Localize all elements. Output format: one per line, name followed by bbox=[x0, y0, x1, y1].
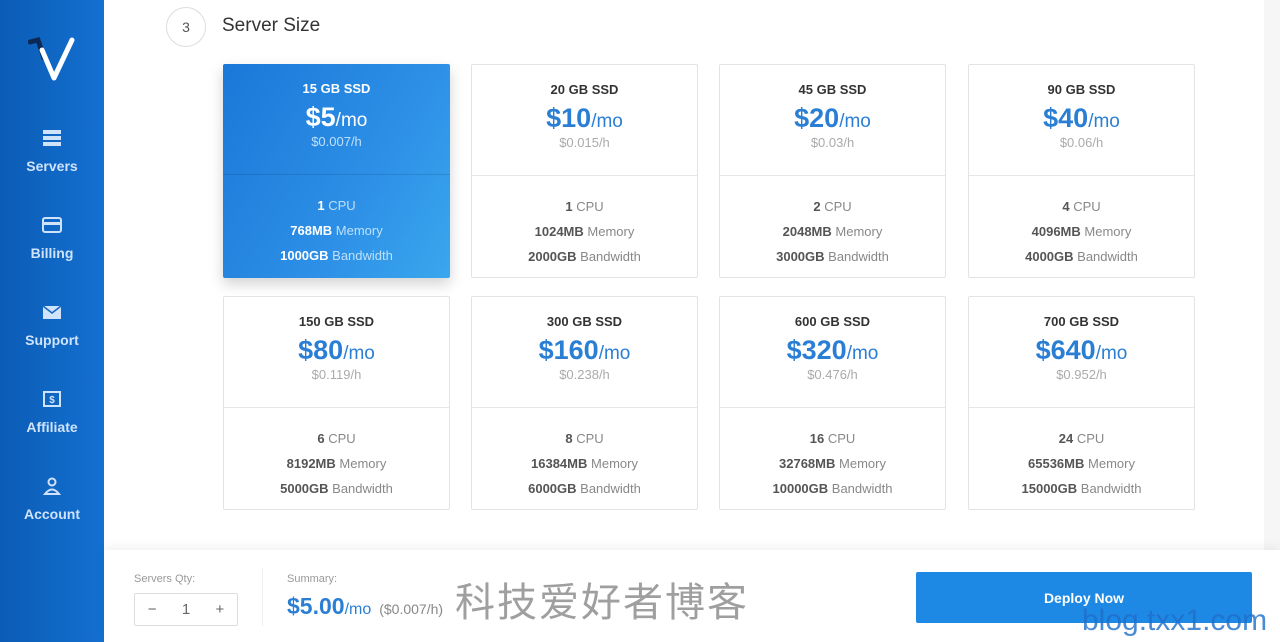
credit-card-icon bbox=[42, 217, 62, 233]
plan-hourly: $0.238/h bbox=[559, 367, 610, 382]
plan-hourly: $0.007/h bbox=[311, 134, 362, 149]
plan-memory: 1024MB Memory bbox=[534, 224, 635, 239]
total-hourly: ($0.007/h) bbox=[379, 601, 444, 617]
plan-hourly: $0.952/h bbox=[1056, 367, 1107, 382]
plan-storage: 15 GB SSD bbox=[302, 81, 371, 96]
plan-hourly: $0.06/h bbox=[1059, 135, 1104, 150]
plan-cpu: 24 CPU bbox=[1058, 431, 1105, 446]
plan-card[interactable]: 20 GB SSD $10/mo $0.015/h 1 CPU 1024MB M… bbox=[471, 64, 698, 278]
servers-qty-label: Servers Qty: bbox=[134, 573, 196, 585]
sidebar: Servers Billing Support $ Affiliate Account bbox=[0, 0, 104, 642]
increment-button[interactable]: + bbox=[216, 601, 225, 618]
envelope-icon bbox=[42, 305, 62, 319]
step-number: 3 bbox=[166, 7, 206, 47]
plan-hourly: $0.03/h bbox=[810, 135, 855, 150]
plan-card[interactable]: 90 GB SSD $40/mo $0.06/h 4 CPU 4096MB Me… bbox=[968, 64, 1195, 278]
plan-hourly: $0.119/h bbox=[311, 367, 362, 382]
servers-icon bbox=[43, 130, 61, 146]
plan-storage: 300 GB SSD bbox=[546, 314, 623, 329]
sidebar-item-label: Account bbox=[24, 506, 80, 522]
plan-bandwidth: 2000GB Bandwidth bbox=[528, 249, 641, 264]
plan-card[interactable]: 15 GB SSD $5/mo $0.007/h 1 CPU 768MB Mem… bbox=[223, 64, 450, 278]
sidebar-item-affiliate[interactable]: $ Affiliate bbox=[0, 389, 104, 435]
plan-memory: 4096MB Memory bbox=[1031, 224, 1132, 239]
plan-cpu: 1 CPU bbox=[317, 198, 356, 213]
sidebar-item-billing[interactable]: Billing bbox=[0, 215, 104, 261]
plan-bandwidth: 5000GB Bandwidth bbox=[280, 481, 393, 496]
summary-total: $5.00/mo ($0.007/h) bbox=[287, 593, 443, 620]
plan-hourly: $0.476/h bbox=[807, 367, 858, 382]
sidebar-item-label: Servers bbox=[26, 158, 78, 174]
plan-cpu: 2 CPU bbox=[813, 199, 852, 214]
plan-price: $80/mo bbox=[298, 335, 375, 365]
plan-memory: 8192MB Memory bbox=[286, 456, 387, 471]
plan-bandwidth: 3000GB Bandwidth bbox=[776, 249, 889, 264]
scrollbar[interactable] bbox=[1264, 0, 1280, 550]
plan-storage: 45 GB SSD bbox=[798, 82, 867, 97]
plan-card[interactable]: 300 GB SSD $160/mo $0.238/h 8 CPU 16384M… bbox=[471, 296, 698, 510]
plan-hourly: $0.015/h bbox=[559, 135, 610, 150]
plan-storage: 90 GB SSD bbox=[1047, 82, 1116, 97]
plan-storage: 600 GB SSD bbox=[794, 314, 871, 329]
sidebar-item-label: Billing bbox=[30, 245, 74, 261]
plan-price: $160/mo bbox=[538, 335, 631, 365]
plan-memory: 65536MB Memory bbox=[1028, 456, 1135, 471]
sidebar-item-account[interactable]: Account bbox=[0, 476, 104, 522]
sidebar-item-label: Affiliate bbox=[26, 419, 78, 435]
plan-bandwidth: 4000GB Bandwidth bbox=[1025, 249, 1138, 264]
plan-storage: 700 GB SSD bbox=[1043, 314, 1120, 329]
plan-bandwidth: 15000GB Bandwidth bbox=[1021, 481, 1142, 496]
decrement-button[interactable]: − bbox=[148, 601, 157, 618]
plan-price: $640/mo bbox=[1035, 335, 1128, 365]
svg-text:$: $ bbox=[49, 395, 55, 406]
dollar-icon: $ bbox=[43, 391, 61, 407]
plan-cpu: 6 CPU bbox=[317, 431, 356, 446]
plan-cpu: 1 CPU bbox=[565, 199, 604, 214]
total-price: $5.00 bbox=[287, 593, 345, 619]
plan-card[interactable]: 45 GB SSD $20/mo $0.03/h 2 CPU 2048MB Me… bbox=[719, 64, 946, 278]
plan-cpu: 8 CPU bbox=[565, 431, 604, 446]
quantity-stepper: − 1 + bbox=[134, 593, 238, 626]
plan-card[interactable]: 600 GB SSD $320/mo $0.476/h 16 CPU 32768… bbox=[719, 296, 946, 510]
deploy-now-button[interactable]: Deploy Now bbox=[916, 572, 1252, 623]
user-icon bbox=[42, 477, 62, 495]
plan-price: $320/mo bbox=[786, 335, 879, 365]
divider bbox=[262, 568, 263, 626]
plan-cpu: 16 CPU bbox=[809, 431, 856, 446]
plan-cpu: 4 CPU bbox=[1062, 199, 1101, 214]
deploy-bar: Servers Qty: − 1 + Summary: $5.00/mo ($0.… bbox=[104, 550, 1280, 642]
plan-card[interactable]: 150 GB SSD $80/mo $0.119/h 6 CPU 8192MB … bbox=[223, 296, 450, 510]
plan-price: $10/mo bbox=[546, 103, 623, 133]
sidebar-item-label: Support bbox=[25, 332, 79, 348]
plan-bandwidth: 6000GB Bandwidth bbox=[528, 481, 641, 496]
plan-bandwidth: 1000GB Bandwidth bbox=[280, 248, 393, 263]
vultr-logo[interactable] bbox=[28, 36, 78, 82]
plan-memory: 768MB Memory bbox=[290, 223, 383, 238]
plan-price: $5/mo bbox=[305, 102, 368, 132]
plan-bandwidth: 10000GB Bandwidth bbox=[772, 481, 893, 496]
sidebar-item-support[interactable]: Support bbox=[0, 302, 104, 348]
plan-memory: 16384MB Memory bbox=[531, 456, 638, 471]
plan-price: $20/mo bbox=[794, 103, 871, 133]
plan-storage: 150 GB SSD bbox=[298, 314, 375, 329]
quantity-value[interactable]: 1 bbox=[182, 601, 190, 618]
plan-memory: 32768MB Memory bbox=[779, 456, 886, 471]
plan-card[interactable]: 700 GB SSD $640/mo $0.952/h 24 CPU 65536… bbox=[968, 296, 1195, 510]
plan-memory: 2048MB Memory bbox=[782, 224, 883, 239]
total-period: /mo bbox=[344, 601, 372, 618]
sidebar-item-servers[interactable]: Servers bbox=[0, 128, 104, 174]
section-title: Server Size bbox=[222, 15, 321, 36]
plan-price: $40/mo bbox=[1043, 103, 1120, 133]
plan-storage: 20 GB SSD bbox=[550, 82, 619, 97]
summary-label: Summary: bbox=[287, 573, 338, 585]
